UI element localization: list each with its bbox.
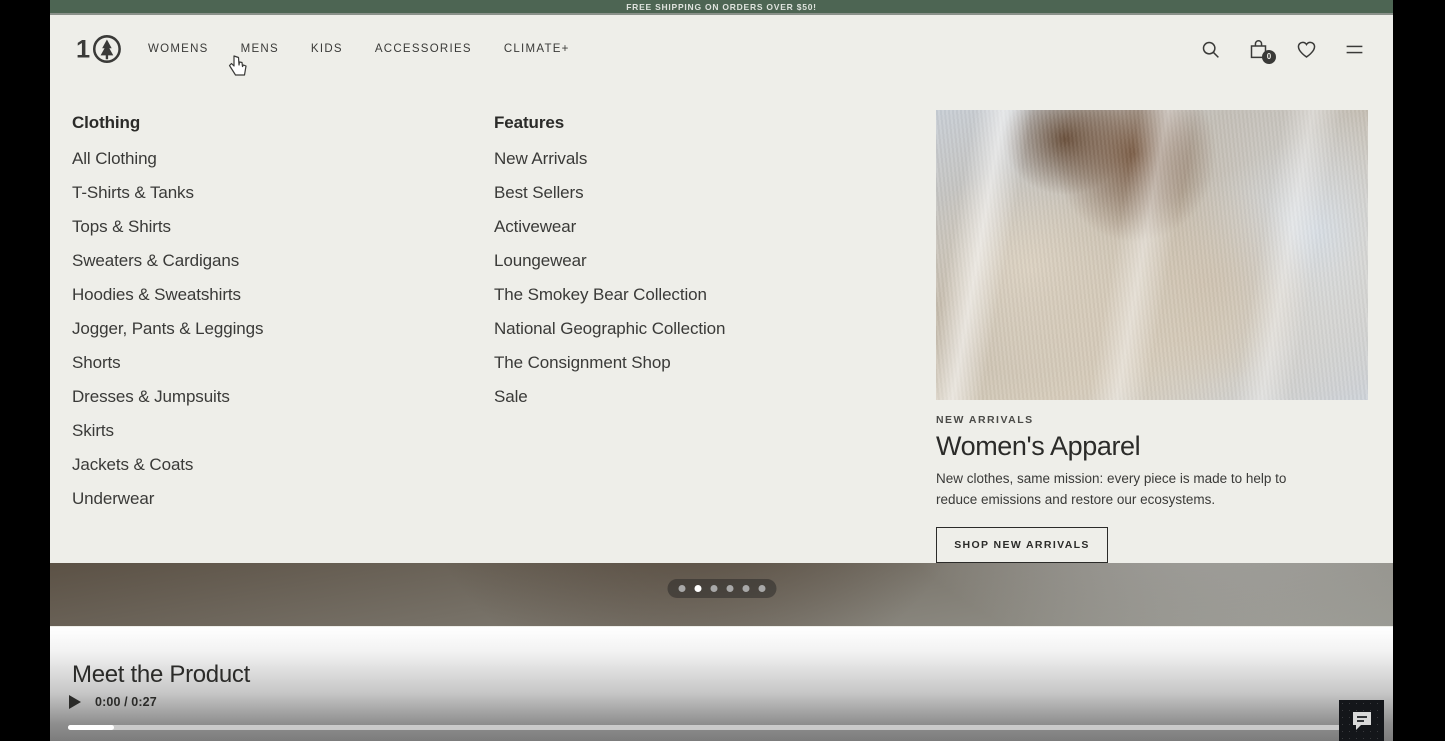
menu-item-underwear[interactable]: Underwear (72, 490, 482, 507)
menu-promo-card: NEW ARRIVALS Women's Apparel New clothes… (914, 101, 1369, 563)
carousel-dots (667, 579, 776, 598)
page-root: FREE SHIPPING ON ORDERS OVER $50! 1 WOME… (0, 0, 1445, 741)
play-icon[interactable] (67, 694, 83, 710)
shopping-bag-icon[interactable]: 0 (1246, 37, 1276, 64)
left-gutter (0, 0, 50, 741)
promo-title: Women's Apparel (936, 431, 1141, 461)
right-gutter (1393, 0, 1445, 741)
nav-accessories[interactable]: ACCESSORIES (375, 37, 472, 61)
features-heading: Features (494, 113, 565, 132)
nav-climate[interactable]: CLIMATE+ (504, 37, 570, 61)
video-progress-bar[interactable] (68, 725, 1378, 730)
promo-light-streaks (936, 110, 1368, 400)
search-icon[interactable] (1198, 37, 1223, 62)
womens-mega-menu: Clothing All Clothing T-Shirts & Tanks T… (50, 83, 1393, 563)
nav-womens[interactable]: WOMENS (148, 37, 209, 61)
clothing-heading: Clothing (72, 113, 141, 132)
carousel-dot-5[interactable] (742, 585, 749, 592)
menu-item-loungewear[interactable]: Loungewear (494, 252, 914, 269)
menu-item-skirts[interactable]: Skirts (72, 422, 482, 439)
main-nav: WOMENS MENS KIDS ACCESSORIES CLIMATE+ (148, 37, 570, 61)
promo-banner: FREE SHIPPING ON ORDERS OVER $50! (50, 0, 1393, 13)
chat-bubble-widget[interactable] (1339, 700, 1384, 741)
menu-item-all-clothing[interactable]: All Clothing (72, 150, 482, 167)
promo-image[interactable] (936, 110, 1368, 400)
carousel-dot-1[interactable] (678, 585, 685, 592)
video-title: Meet the Product (72, 661, 250, 688)
promo-description: New clothes, same mission: every piece i… (936, 471, 1287, 507)
menu-item-dresses-jumpsuits[interactable]: Dresses & Jumpsuits (72, 388, 482, 405)
header-icon-group: 0 (1198, 37, 1367, 64)
menu-item-consignment-shop[interactable]: The Consignment Shop (494, 354, 914, 371)
menu-column-features: Features New Arrivals Best Sellers Activ… (482, 101, 914, 563)
menu-item-sale[interactable]: Sale (494, 388, 914, 405)
menu-item-tops-shirts[interactable]: Tops & Shirts (72, 218, 482, 235)
menu-item-jogger-pants-leggings[interactable]: Jogger, Pants & Leggings (72, 320, 482, 337)
menu-column-clothing: Clothing All Clothing T-Shirts & Tanks T… (50, 101, 482, 563)
browser-viewport: FREE SHIPPING ON ORDERS OVER $50! 1 WOME… (50, 0, 1393, 741)
menu-item-best-sellers[interactable]: Best Sellers (494, 184, 914, 201)
carousel-dot-4[interactable] (726, 585, 733, 592)
video-progress-fill (68, 725, 114, 730)
carousel-dot-2[interactable] (694, 585, 701, 592)
svg-text:1: 1 (76, 36, 90, 64)
menu-item-new-arrivals[interactable]: New Arrivals (494, 150, 914, 167)
site-header: 1 WOMENS MENS KIDS ACCESSORIES CLIMATE+ (50, 15, 1393, 83)
hamburger-menu-icon[interactable] (1342, 37, 1367, 62)
menu-item-activewear[interactable]: Activewear (494, 218, 914, 235)
nav-mens[interactable]: MENS (241, 37, 279, 61)
menu-item-sweaters-cardigans[interactable]: Sweaters & Cardigans (72, 252, 482, 269)
menu-item-hoodies-sweatshirts[interactable]: Hoodies & Sweatshirts (72, 286, 482, 303)
heart-icon[interactable] (1294, 37, 1319, 62)
shop-new-arrivals-button[interactable]: SHOP NEW ARRIVALS (936, 526, 1108, 563)
menu-item-jackets-coats[interactable]: Jackets & Coats (72, 456, 482, 473)
carousel-dot-3[interactable] (710, 585, 717, 592)
promo-eyebrow: NEW ARRIVALS (936, 414, 1034, 426)
video-player: Meet the Product 0:00 / 0:27 (50, 627, 1393, 741)
nav-kids[interactable]: KIDS (311, 37, 343, 61)
carousel-dot-6[interactable] (758, 585, 765, 592)
menu-item-shorts[interactable]: Shorts (72, 354, 482, 371)
video-time-display: 0:00 / 0:27 (95, 695, 157, 709)
menu-item-smokey-bear-collection[interactable]: The Smokey Bear Collection (494, 286, 914, 303)
menu-item-national-geographic-collection[interactable]: National Geographic Collection (494, 320, 914, 337)
tentree-logo[interactable]: 1 (76, 31, 122, 67)
menu-item-tshirts-tanks[interactable]: T-Shirts & Tanks (72, 184, 482, 201)
bag-count-badge: 0 (1262, 49, 1276, 64)
